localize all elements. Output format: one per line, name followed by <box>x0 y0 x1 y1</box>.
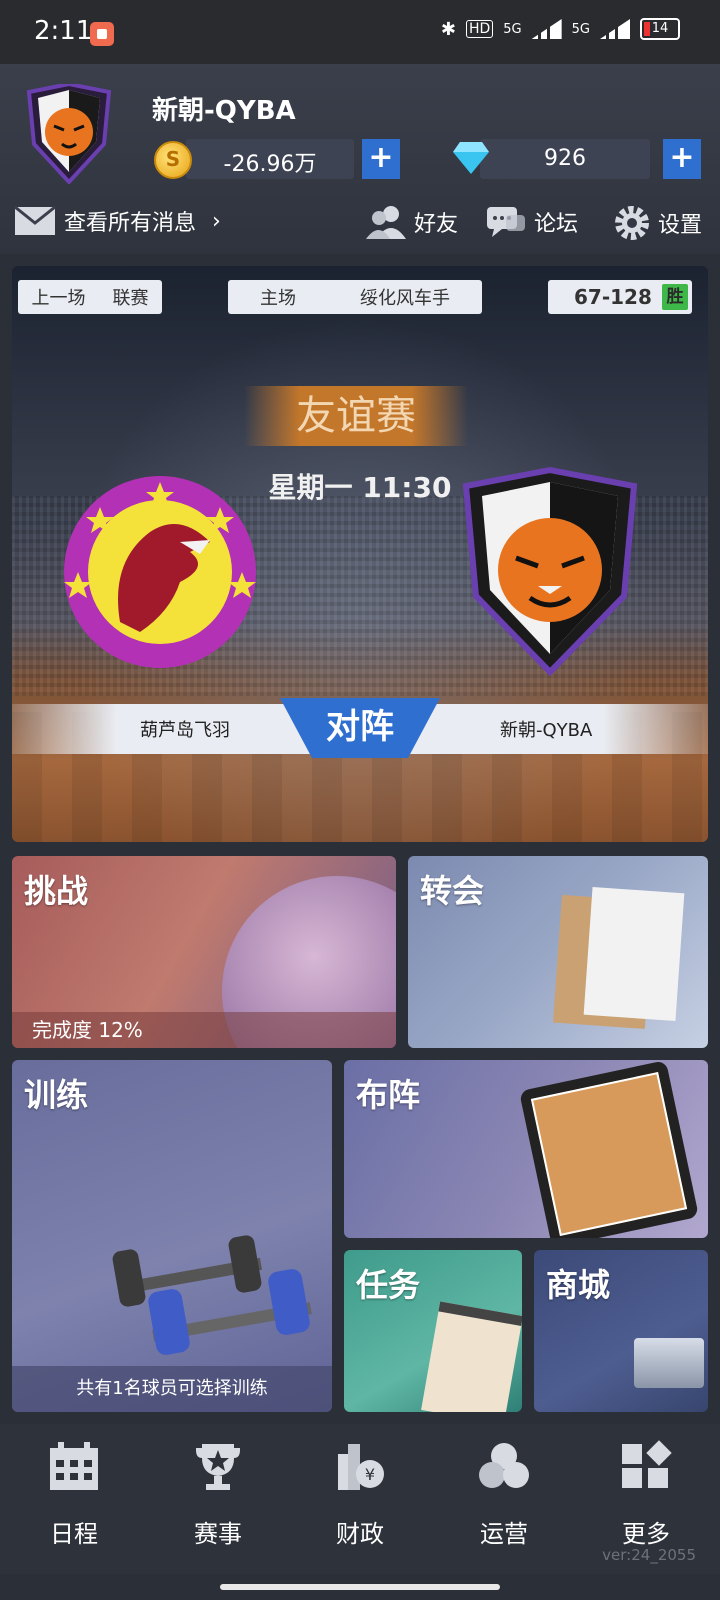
last-match-score-tag: 67-128 胜 <box>548 280 692 314</box>
match-type: 友谊赛 <box>244 386 468 446</box>
challenge-progress: 完成度 12% <box>12 1012 396 1048</box>
settings-label: 设置 <box>658 213 703 238</box>
home-team-name: 葫芦岛飞羽 <box>140 720 230 741</box>
team-name: 新朝-QYBA <box>152 96 296 126</box>
win-badge: 胜 <box>662 284 688 310</box>
bluetooth-icon: ✱ <box>440 18 456 40</box>
shop-title: 商城 <box>546 1266 611 1304</box>
formation-title: 布阵 <box>356 1076 421 1114</box>
nav-schedule-label: 日程 <box>50 1520 98 1548</box>
nav-schedule[interactable]: 日程 <box>24 1440 124 1549</box>
challenge-tile[interactable]: 挑战 完成度 12% <box>12 856 396 1048</box>
nav-operations[interactable]: 运营 <box>454 1440 554 1549</box>
coin-value: -26.96万 <box>223 152 317 177</box>
chevron-right-icon: › <box>212 208 221 234</box>
forum-label: 论坛 <box>534 212 579 237</box>
dumbbell-icon <box>112 1235 312 1355</box>
formation-tile[interactable]: 布阵 <box>344 1060 708 1238</box>
venue-label: 主场 <box>260 288 296 309</box>
mail-icon <box>14 206 56 235</box>
status-indicators: ✱ HD 5G 5G 14 <box>441 18 680 40</box>
battery-icon: 14 <box>640 18 680 40</box>
clipboard-stopwatch-icon <box>421 1301 522 1412</box>
nav-more-label: 更多 <box>622 1520 670 1548</box>
notification-icon <box>90 22 114 46</box>
nav-events[interactable]: 赛事 <box>168 1440 268 1549</box>
nav-events-label: 赛事 <box>194 1520 242 1548</box>
last-match-competition: 联赛 <box>112 288 149 309</box>
network-label-1: 5G <box>503 21 522 37</box>
training-tile[interactable]: 训练 共有1名球员可选择训练 <box>12 1060 332 1412</box>
next-match-card[interactable]: 上一场 联赛 主场 绥化风车手 67-128 胜 友谊赛 星期一 11:30 葫… <box>12 266 708 842</box>
tactics-board-icon <box>519 1060 699 1238</box>
contract-icon <box>583 886 685 1022</box>
chat-icon <box>487 207 525 237</box>
challenge-title: 挑战 <box>24 872 89 910</box>
version-label: ver:24_2055 <box>602 1546 696 1564</box>
messages-link[interactable]: 查看所有消息 › <box>14 205 221 237</box>
calendar-icon <box>50 1442 98 1490</box>
home-team-logo-icon <box>64 476 256 668</box>
diamond-value: 926 <box>544 146 586 171</box>
more-icon <box>622 1440 672 1488</box>
away-team-name: 新朝-QYBA <box>500 720 593 741</box>
home-indicator[interactable] <box>220 1584 500 1590</box>
add-coins-button[interactable]: + <box>362 139 400 179</box>
status-time: 2:11 <box>34 16 93 46</box>
operations-icon <box>479 1443 529 1488</box>
nav-finance-label: 财政 <box>336 1520 384 1548</box>
friends-icon <box>366 206 406 239</box>
trophy-icon <box>196 1444 240 1490</box>
last-match-tag: 上一场 联赛 <box>18 280 162 314</box>
diamond-balance: 926 <box>480 139 650 179</box>
team-logo-icon[interactable] <box>24 84 114 184</box>
transfer-tile[interactable]: 转会 <box>408 856 708 1048</box>
transfer-title: 转会 <box>420 872 485 910</box>
training-title: 训练 <box>24 1076 89 1114</box>
svg-text:¥: ¥ <box>365 1465 375 1484</box>
hd-badge: HD <box>465 20 494 38</box>
tasks-title: 任务 <box>356 1266 421 1304</box>
diamond-icon <box>453 142 489 174</box>
finance-icon: ¥ <box>338 1444 384 1490</box>
nav-more[interactable]: 更多 <box>596 1440 696 1549</box>
coin-balance: -26.96万 <box>186 139 354 179</box>
signal-icon <box>531 19 562 39</box>
signal-icon <box>600 19 630 39</box>
add-diamonds-button[interactable]: + <box>663 139 701 179</box>
last-match-score: 67-128 <box>574 285 652 309</box>
settings-link[interactable]: 设置 <box>614 205 702 241</box>
training-note: 共有1名球员可选择训练 <box>12 1366 332 1412</box>
gear-icon <box>615 206 649 240</box>
last-match-venue-tag: 主场 绥化风车手 <box>228 280 482 314</box>
last-match-label: 上一场 <box>31 288 86 309</box>
friends-label: 好友 <box>414 212 459 237</box>
network-label-2: 5G <box>571 21 590 37</box>
forum-link[interactable]: 论坛 <box>486 205 578 239</box>
coin-icon <box>154 141 192 179</box>
nav-finance[interactable]: ¥ 财政 <box>310 1440 410 1549</box>
last-opponent-name: 绥化风车手 <box>360 288 450 309</box>
messages-label: 查看所有消息 <box>64 211 197 236</box>
away-team-logo-icon <box>462 466 638 676</box>
nav-operations-label: 运营 <box>480 1520 528 1548</box>
shop-tile[interactable]: 商城 <box>534 1250 708 1412</box>
friends-link[interactable]: 好友 <box>366 205 458 239</box>
tasks-tile[interactable]: 任务 <box>344 1250 522 1412</box>
treasure-chest-icon <box>634 1338 704 1388</box>
